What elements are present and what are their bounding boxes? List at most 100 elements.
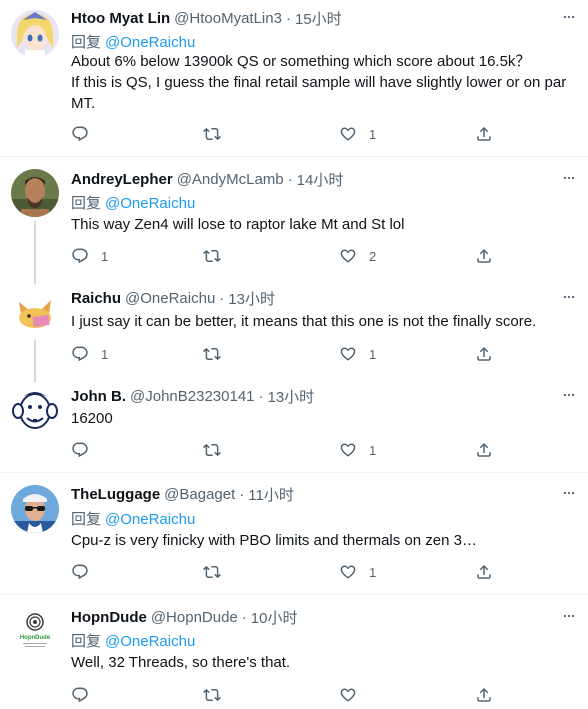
replying-to: 回复 @OneRaichu (71, 508, 195, 529)
retweet-button[interactable] (203, 562, 233, 582)
timestamp[interactable]: 10小时 (251, 607, 298, 628)
avatar[interactable] (11, 485, 59, 533)
like-button[interactable]: 1 (339, 124, 376, 144)
tweet[interactable]: HopnDude HopnDude @HopnDude · 10小时 回复 @On… (0, 596, 588, 709)
share-icon (475, 125, 493, 143)
reply-prefix: 回复 (71, 511, 102, 528)
retweet-button[interactable] (203, 440, 233, 460)
reply-icon (71, 345, 89, 363)
tweet-text: 16200 (71, 410, 113, 427)
like-count: 1 (369, 126, 377, 142)
anime-avatar-image (11, 10, 59, 58)
more-icon[interactable] (562, 10, 576, 24)
timestamp[interactable]: 13小时 (228, 288, 275, 309)
share-button[interactable] (475, 440, 493, 460)
more-icon[interactable] (562, 486, 576, 500)
person-sunglasses-avatar-image (11, 485, 59, 533)
share-icon (475, 563, 493, 581)
share-button[interactable] (475, 344, 493, 364)
retweet-button[interactable] (203, 124, 233, 144)
hopndude-logo-avatar-image: HopnDude (11, 608, 59, 656)
like-button[interactable]: 1 (339, 440, 376, 460)
separator-dot: · (285, 9, 291, 27)
tweet-header: TheLuggage @Bagaget · 11小时 (71, 484, 578, 504)
tweet[interactable]: Raichu @OneRaichu · 13小时 I just say it c… (0, 276, 588, 374)
avatar[interactable] (11, 10, 59, 58)
retweet-icon (203, 345, 221, 363)
reply-button[interactable] (71, 440, 101, 460)
tweet[interactable]: John B. @JohnB23230141 · 13小时 16200 1 (0, 374, 588, 473)
tweet[interactable]: TheLuggage @Bagaget · 11小时 回复 @OneRaichu … (0, 474, 588, 595)
like-icon (339, 686, 357, 704)
share-icon (475, 686, 493, 704)
tweet-text: I just say it can be better, it means th… (71, 313, 537, 330)
tweet-header: AndreyLepher @AndyMcLamb · 14小时 (71, 169, 578, 189)
share-icon (475, 247, 493, 265)
share-button[interactable] (475, 685, 493, 705)
reply-button[interactable]: 1 (71, 246, 108, 266)
tweet[interactable]: Htoo Myat Lin @HtooMyatLin3 · 15小时 回复 @On… (0, 0, 588, 157)
author-name[interactable]: AndreyLepher (71, 171, 173, 188)
avatar[interactable]: HopnDude (11, 608, 59, 656)
avatar[interactable] (11, 385, 59, 433)
more-icon[interactable] (562, 609, 576, 623)
author-handle[interactable]: @HtooMyatLin3 (174, 10, 282, 27)
reply-button[interactable]: 1 (71, 344, 108, 364)
thread-line (34, 374, 36, 382)
like-button[interactable]: 1 (339, 562, 376, 582)
reply-icon (71, 125, 89, 143)
reply-icon (71, 563, 89, 581)
share-button[interactable] (475, 562, 493, 582)
author-handle[interactable]: @JohnB23230141 (130, 388, 255, 405)
share-button[interactable] (475, 124, 493, 144)
timestamp[interactable]: 11小时 (248, 484, 294, 505)
retweet-button[interactable] (203, 685, 233, 705)
more-icon[interactable] (562, 290, 576, 304)
author-handle[interactable]: @OneRaichu (125, 290, 215, 307)
reply-button[interactable] (71, 562, 101, 582)
more-icon[interactable] (562, 388, 576, 402)
tweet-header: Htoo Myat Lin @HtooMyatLin3 · 15小时 (71, 8, 578, 28)
tweet-actions: 1 1 (71, 344, 501, 364)
retweet-icon (203, 125, 221, 143)
reply-button[interactable] (71, 685, 101, 705)
author-name[interactable]: HopnDude (71, 609, 147, 626)
author-name[interactable]: Raichu (71, 290, 121, 307)
person-avatar-image (11, 169, 59, 217)
author-name[interactable]: TheLuggage (71, 486, 160, 503)
timestamp[interactable]: 13小时 (268, 386, 315, 407)
reply-button[interactable] (71, 124, 101, 144)
hopndude-logo-text: HopnDude (20, 635, 51, 641)
author-handle[interactable]: @Bagaget (164, 486, 235, 503)
retweet-icon (203, 247, 221, 265)
mention-link[interactable]: @OneRaichu (105, 511, 195, 528)
author-name[interactable]: Htoo Myat Lin (71, 10, 170, 27)
separator-dot: · (241, 608, 247, 626)
author-handle[interactable]: @HopnDude (151, 609, 238, 626)
like-button[interactable]: 2 (339, 246, 376, 266)
like-button[interactable] (339, 685, 369, 705)
tweet-actions: 1 (71, 124, 501, 144)
reply-prefix: 回复 (71, 34, 102, 51)
retweet-icon (203, 563, 221, 581)
mention-link[interactable]: @OneRaichu (105, 195, 195, 212)
author-name[interactable]: John B. (71, 388, 126, 405)
share-button[interactable] (475, 246, 493, 266)
avatar[interactable] (11, 169, 59, 217)
avatar[interactable] (11, 288, 59, 336)
timestamp[interactable]: 15小时 (295, 8, 342, 29)
separator-dot: · (239, 485, 245, 503)
retweet-button[interactable] (203, 246, 233, 266)
tweet-actions: 1 2 (71, 246, 501, 266)
timestamp[interactable]: 14小时 (297, 169, 344, 190)
like-icon (339, 247, 357, 265)
author-handle[interactable]: @AndyMcLamb (177, 171, 284, 188)
mention-link[interactable]: @OneRaichu (105, 34, 195, 51)
replying-to: 回复 @OneRaichu (71, 630, 195, 651)
separator-dot: · (287, 170, 293, 188)
like-button[interactable]: 1 (339, 344, 376, 364)
mention-link[interactable]: @OneRaichu (105, 633, 195, 650)
more-icon[interactable] (562, 171, 576, 185)
retweet-button[interactable] (203, 344, 233, 364)
tweet[interactable]: AndreyLepher @AndyMcLamb · 14小时 回复 @OneRa… (0, 158, 588, 276)
